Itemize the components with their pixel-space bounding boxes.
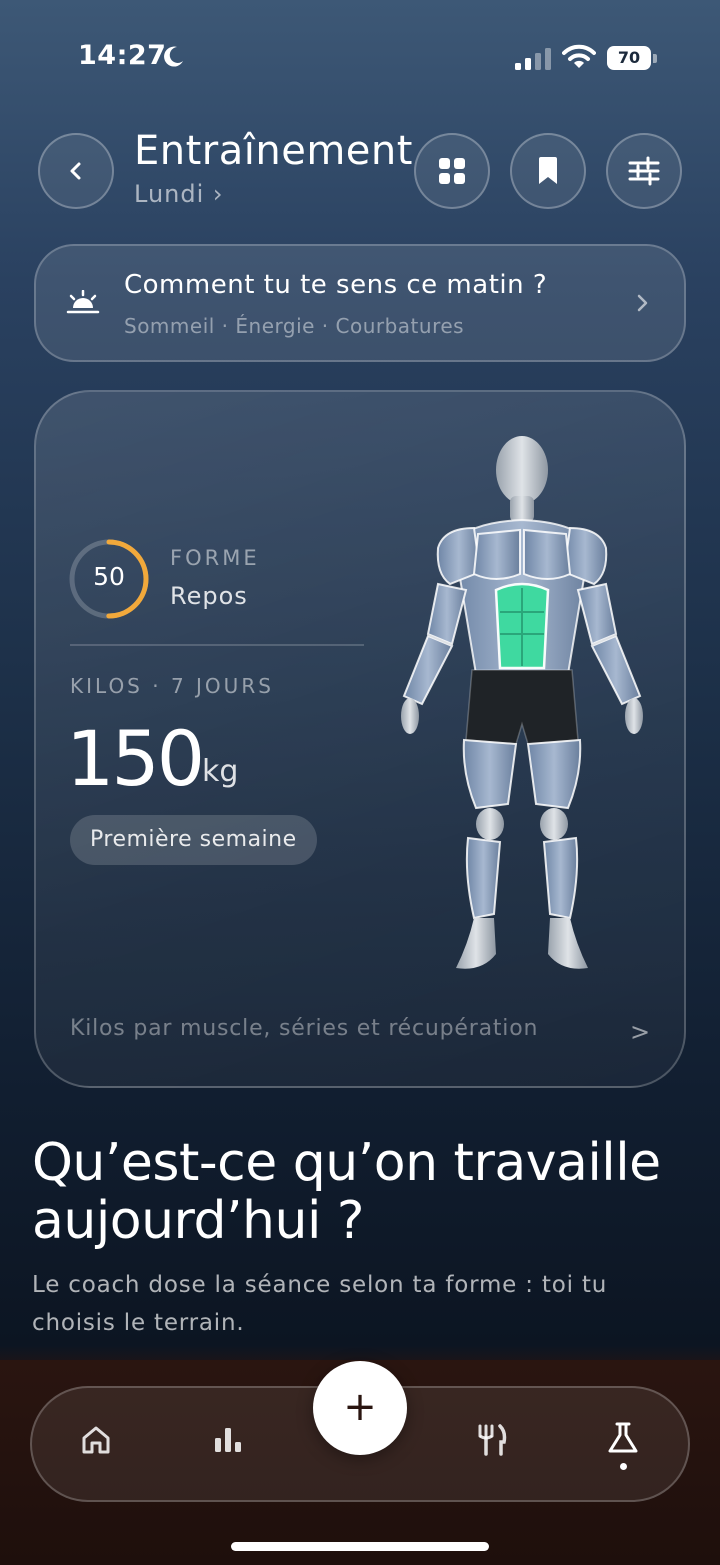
fork-knife-icon	[478, 1424, 507, 1456]
back-icon	[70, 162, 81, 180]
nav-home[interactable]	[66, 1410, 126, 1470]
week-badge: Première semaine	[70, 815, 317, 865]
page-title: Entraînement	[134, 128, 413, 174]
chevron-right-icon: >	[630, 1018, 651, 1046]
section-heading: Qu’est-ce qu’on travaille aujourd’hui ?	[32, 1133, 661, 1251]
moon-icon	[164, 46, 183, 67]
home-icon	[82, 1426, 110, 1454]
card-footer-link[interactable]: Kilos par muscle, séries et récupération	[70, 1016, 538, 1041]
day-selector[interactable]: Lundi ›	[134, 180, 224, 208]
forme-score: 50	[93, 562, 125, 591]
kilos-value: 150	[66, 714, 205, 803]
signal-icon	[515, 48, 551, 70]
forme-label: FORME	[170, 546, 260, 570]
morning-checkin-card[interactable]	[34, 244, 686, 362]
sunrise-icon	[66, 290, 100, 314]
bookmark-icon	[539, 157, 557, 184]
bookmark-button[interactable]	[510, 133, 586, 209]
forme-status: Repos	[170, 582, 248, 610]
wifi-icon	[562, 44, 596, 68]
back-button[interactable]	[38, 133, 114, 209]
checkin-title: Comment tu te sens ce matin ?	[124, 270, 548, 300]
grid-view-button[interactable]	[414, 133, 490, 209]
home-indicator[interactable]	[231, 1542, 489, 1551]
nav-nutrition[interactable]	[461, 1410, 521, 1470]
stats-icon	[215, 1428, 241, 1452]
checkin-subtitle: Sommeil · Énergie · Courbatures	[124, 314, 465, 338]
active-indicator	[620, 1463, 627, 1470]
nav-stats[interactable]	[198, 1410, 258, 1470]
kilos-unit: kg	[202, 754, 239, 789]
status-time: 14:27	[78, 40, 167, 71]
nav-lab[interactable]	[593, 1408, 653, 1468]
kilos-label: KILOS · 7 JOURS	[70, 674, 274, 698]
divider	[70, 644, 364, 646]
add-button[interactable]: +	[313, 1361, 407, 1455]
muscle-map-figure[interactable]	[392, 424, 652, 976]
grid-icon	[439, 158, 465, 184]
sliders-icon	[628, 156, 660, 186]
battery-level: 70	[607, 46, 651, 70]
chevron-right-icon	[637, 294, 648, 312]
section-subtext: Le coach dose la séance selon ta forme :…	[32, 1272, 608, 1336]
battery-icon: 70	[607, 46, 657, 70]
flask-icon	[608, 1422, 638, 1453]
settings-button[interactable]	[606, 133, 682, 209]
